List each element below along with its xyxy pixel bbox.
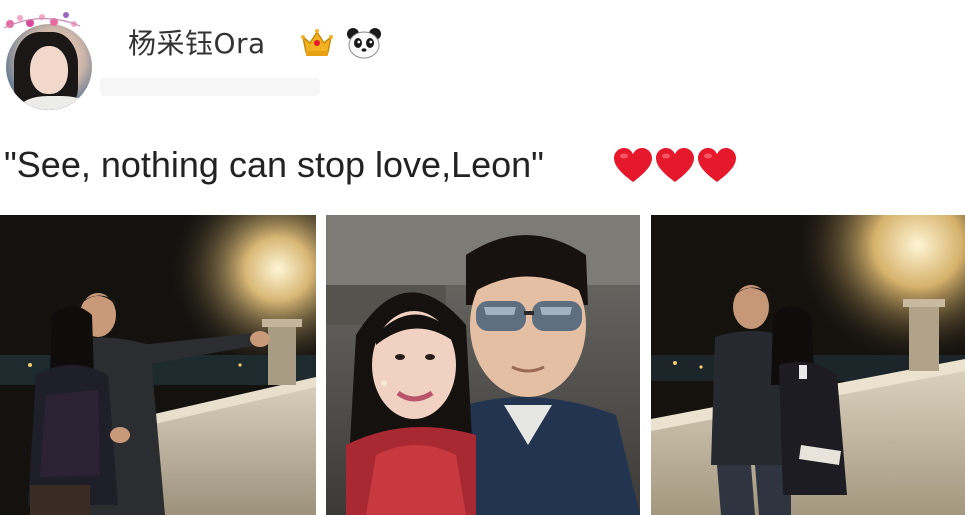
post-photo-1[interactable] [0, 215, 316, 515]
avatar-shoulder [20, 96, 90, 110]
avatar-frame[interactable] [2, 6, 94, 112]
weibo-post: 杨采钰Ora "See, nothing can stop love,Leon" [0, 0, 965, 515]
avatar-face [30, 46, 68, 94]
hearts [614, 148, 736, 182]
avatar[interactable] [6, 24, 92, 110]
heart-icon [656, 148, 694, 182]
post-photo-3[interactable] [651, 215, 965, 515]
panda-icon[interactable] [346, 26, 382, 60]
post-meta-placeholder [100, 78, 320, 96]
username[interactable]: 杨采钰Ora [128, 26, 266, 62]
post-caption: "See, nothing can stop love,Leon" [4, 144, 544, 185]
crown-badge-icon[interactable] [300, 26, 334, 60]
post-header: 杨采钰Ora [0, 0, 965, 120]
heart-icon [614, 148, 652, 182]
avatar-decoration-icon [3, 12, 81, 29]
post-photo-2[interactable] [326, 215, 640, 515]
heart-icon [698, 148, 736, 182]
